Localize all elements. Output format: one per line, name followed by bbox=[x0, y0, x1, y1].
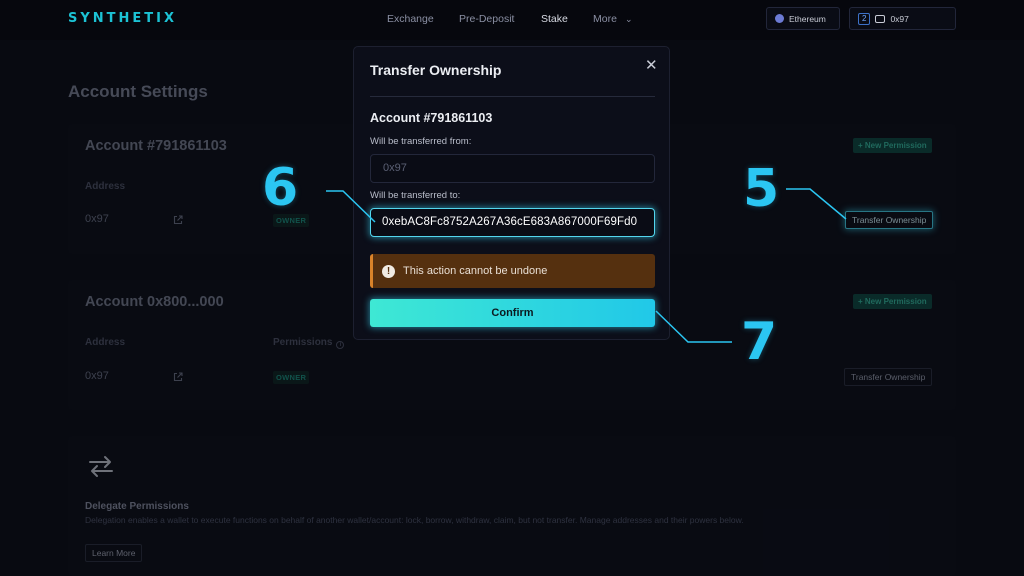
nav-item-stake[interactable]: Stake bbox=[541, 13, 568, 25]
warning-text: This action cannot be undone bbox=[403, 265, 548, 277]
nav-item-pre-deposit[interactable]: Pre-Deposit bbox=[459, 13, 514, 25]
wallet-icon bbox=[875, 14, 886, 23]
wallet-address: 0x97 bbox=[890, 13, 909, 24]
warning-icon: ! bbox=[382, 264, 395, 278]
from-address-field: 0x97 bbox=[370, 154, 655, 183]
close-icon[interactable]: ✕ bbox=[645, 56, 658, 74]
step-number-7: 7 bbox=[741, 312, 778, 372]
network-selector-button[interactable]: Ethereum bbox=[766, 7, 840, 30]
transfer-ownership-modal: Transfer Ownership ✕ Account #791861103 … bbox=[353, 46, 670, 340]
wallet-button[interactable]: 2 0x97 bbox=[849, 7, 956, 30]
chevron-down-icon: ⌄ bbox=[624, 14, 633, 24]
nav-item-more-label: More bbox=[593, 13, 617, 25]
step-number-5: 5 bbox=[743, 159, 780, 219]
confirm-button[interactable]: Confirm bbox=[370, 299, 655, 327]
network-label: Ethereum bbox=[789, 13, 826, 24]
nav-item-exchange[interactable]: Exchange bbox=[387, 13, 434, 25]
synthetix-logo[interactable]: SYNTHETIX bbox=[68, 11, 177, 26]
wallet-count-badge: 2 bbox=[858, 12, 871, 25]
to-label: Will be transferred to: bbox=[370, 190, 461, 201]
nav-item-more[interactable]: More ⌄ bbox=[593, 13, 632, 25]
ethereum-icon bbox=[775, 14, 784, 23]
modal-divider bbox=[370, 96, 655, 97]
to-address-input[interactable]: 0xebAC8Fc8752A267A36cE683A867000F69Fd0 bbox=[370, 208, 655, 237]
from-label: Will be transferred from: bbox=[370, 136, 472, 147]
step-number-6: 6 bbox=[262, 158, 299, 218]
modal-title: Transfer Ownership bbox=[370, 62, 502, 78]
warning-alert: ! This action cannot be undone bbox=[370, 254, 655, 288]
top-navigation-bar: SYNTHETIX Exchange Pre-Deposit Stake Mor… bbox=[0, 0, 1024, 40]
modal-account-label: Account #791861103 bbox=[370, 111, 493, 125]
